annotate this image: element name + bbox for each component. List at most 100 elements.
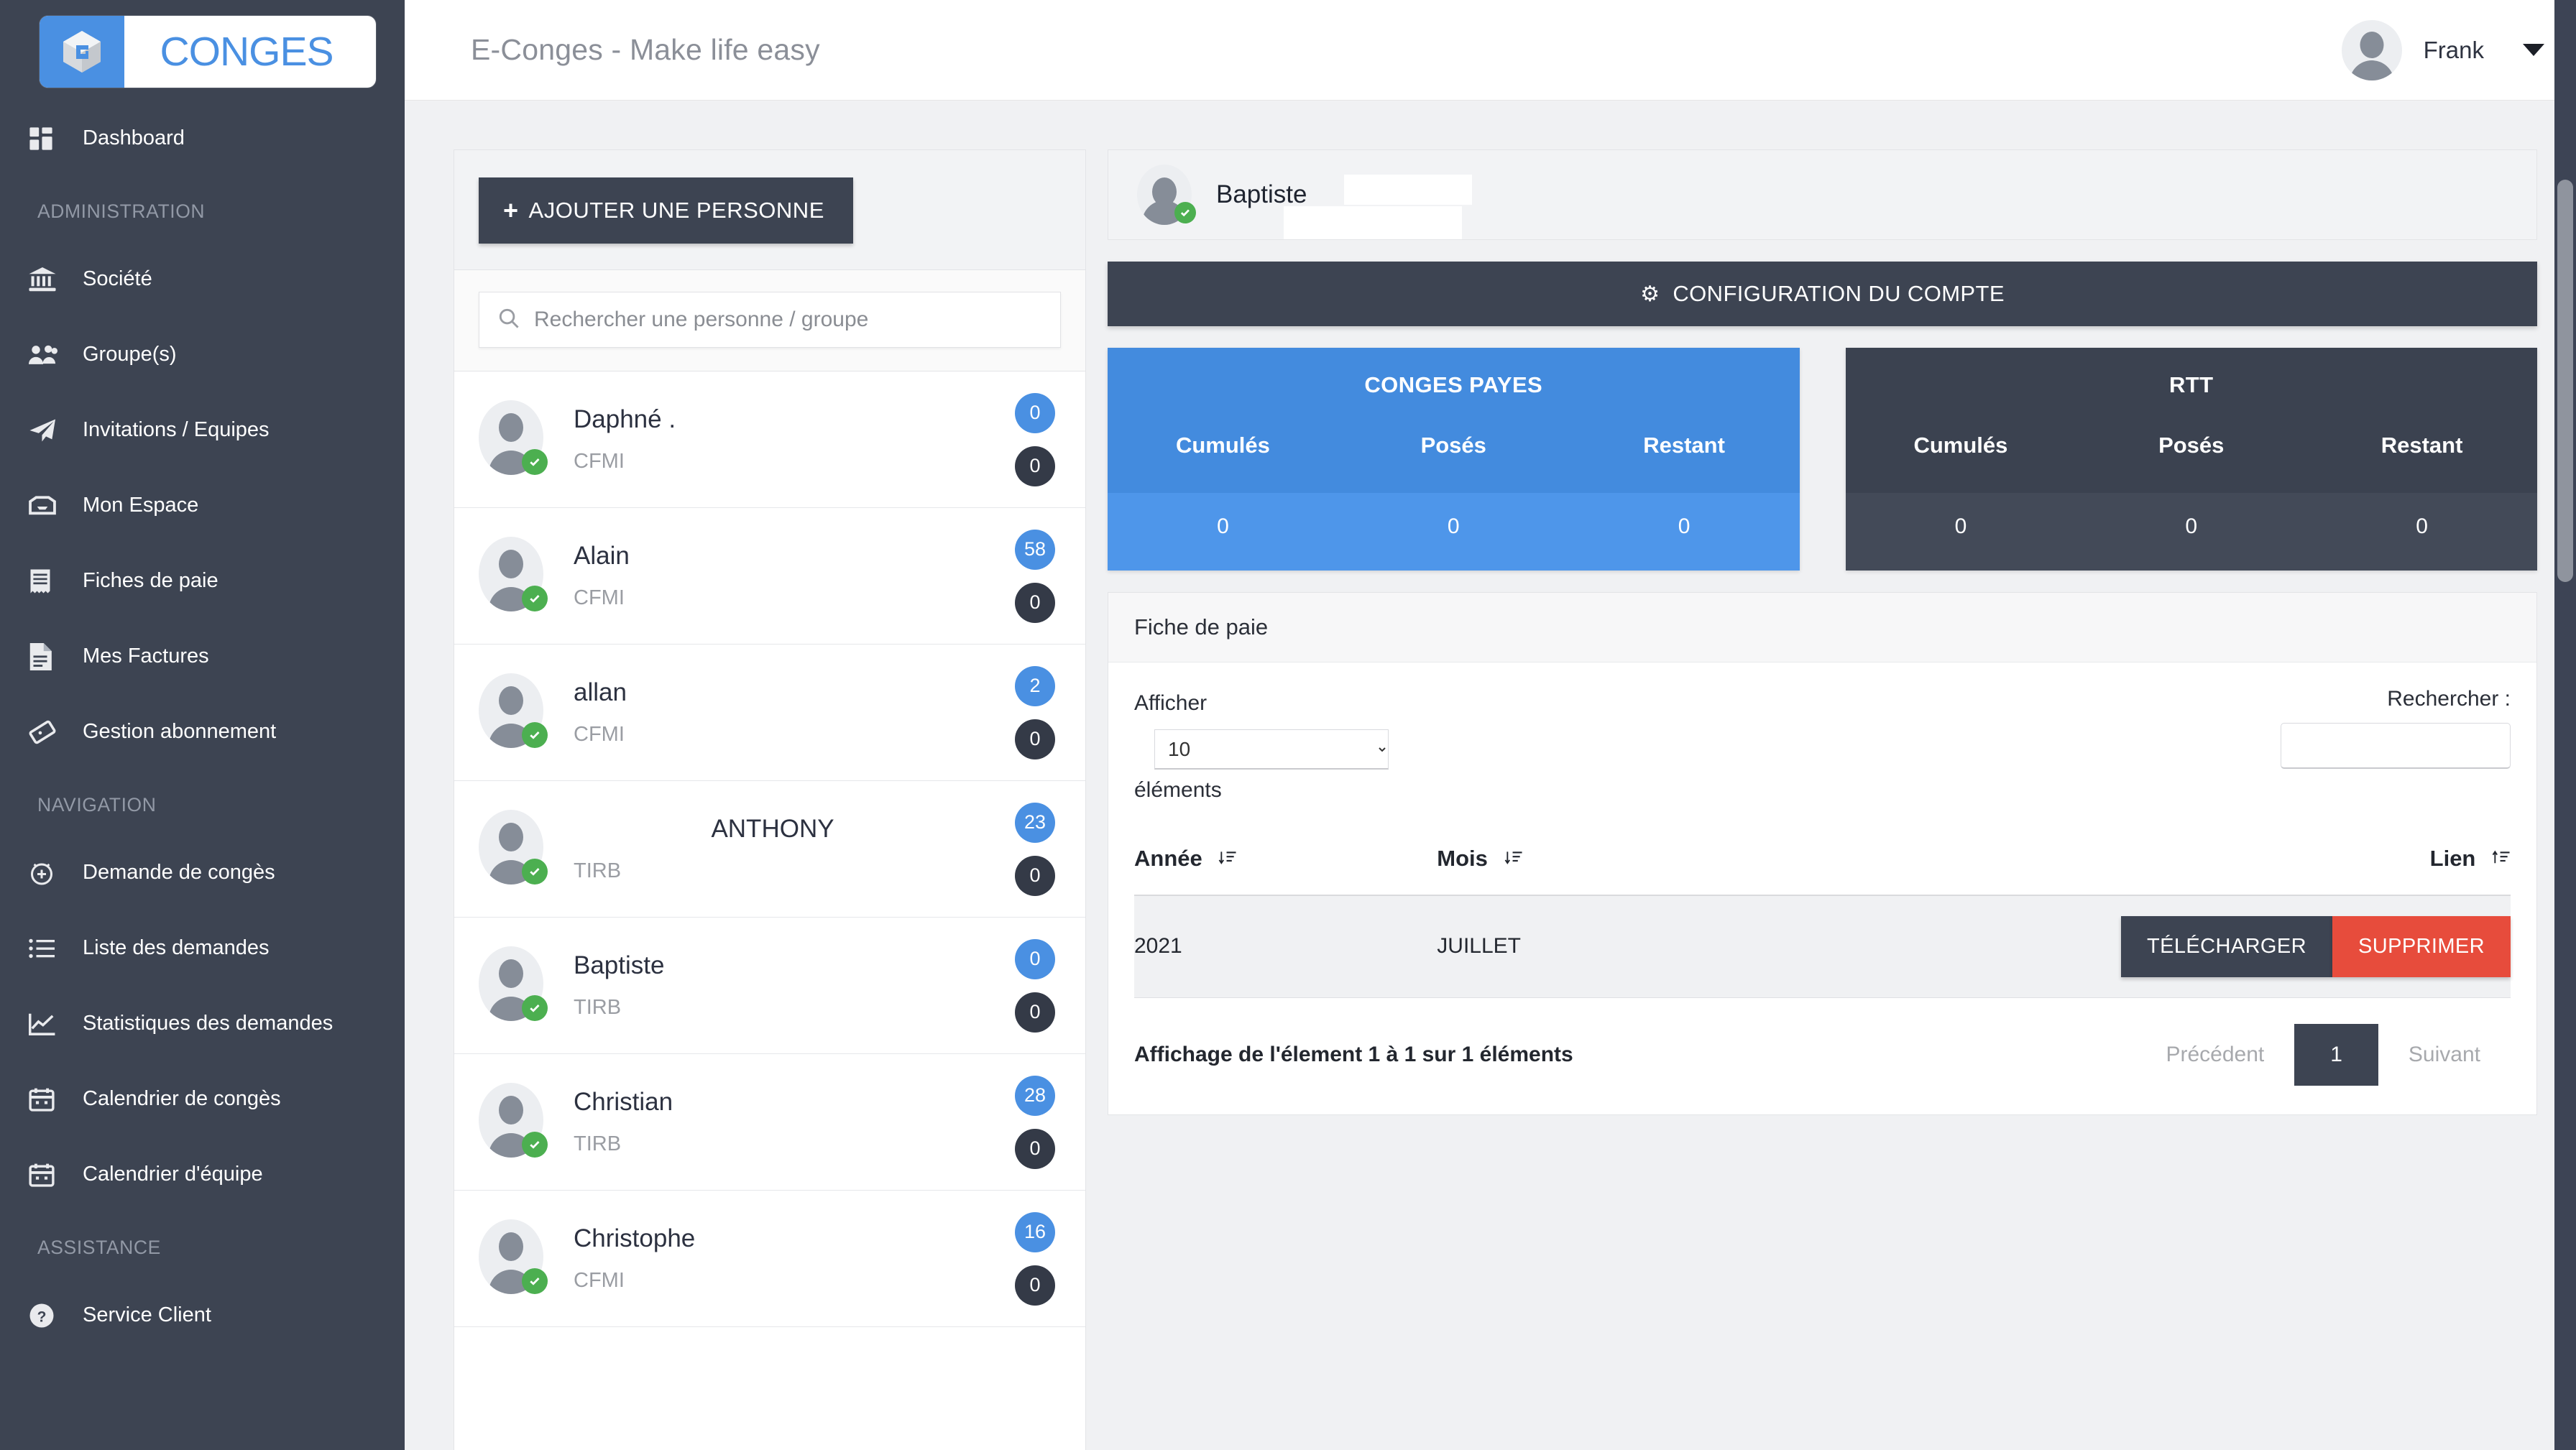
sidebar-item-gestion-abonnement[interactable]: Gestion abonnement xyxy=(0,694,405,770)
table-search-input[interactable] xyxy=(2281,723,2511,769)
person-department: TIRB xyxy=(574,1132,622,1155)
avatar xyxy=(479,1219,548,1298)
card-title: RTT xyxy=(1845,348,2537,420)
person-badges: 0 0 xyxy=(1015,392,1055,486)
page-title: E-Conges - Make life easy xyxy=(471,33,820,66)
sidebar-item-demande-de-conges[interactable]: Demande de congès xyxy=(0,835,405,910)
sidebar-item-calendrier-d-equipe[interactable]: Calendrier d'équipe xyxy=(0,1137,405,1212)
card-title: CONGES PAYES xyxy=(1108,348,1800,420)
column-header-annee[interactable]: Année xyxy=(1134,831,1438,896)
users-icon xyxy=(29,344,73,366)
person-name: Baptiste xyxy=(574,951,665,979)
sidebar-item-label: Société xyxy=(83,267,152,290)
sidebar-item-label: Calendrier de congès xyxy=(83,1087,281,1110)
person-badges: 28 0 xyxy=(1015,1075,1055,1169)
user-name: Frank xyxy=(2423,36,2484,63)
people-search-box[interactable] xyxy=(479,292,1061,348)
plus-icon: + xyxy=(503,195,519,225)
person-list-item[interactable]: Alain CFMI 58 0 xyxy=(454,508,1085,645)
column-header-lien[interactable]: Lien xyxy=(1959,831,2511,896)
sidebar-item-societe[interactable]: Société xyxy=(0,241,405,317)
table-header-row: Année Mois Lien xyxy=(1134,831,2511,896)
people-search-input[interactable] xyxy=(534,308,1041,332)
leave-card-conges-payes: CONGES PAYES Cumulés Posés Restant 0 0 0 xyxy=(1108,348,1800,571)
user-menu[interactable]: Frank xyxy=(2341,19,2576,80)
window-scrollbar-thumb[interactable] xyxy=(2557,180,2573,582)
dashboard-grid-icon xyxy=(29,126,73,151)
sort-amount-icon xyxy=(1218,847,1237,873)
sidebar-item-mes-factures[interactable]: Mes Factures xyxy=(0,619,405,694)
person-list-item[interactable]: Daphné . CFMI 0 0 xyxy=(454,371,1085,508)
receipt-icon xyxy=(29,568,73,594)
sidebar-item-label: Service Client xyxy=(83,1303,211,1326)
pagination-next[interactable]: Suivant xyxy=(2378,1024,2511,1086)
redaction-overlay-email xyxy=(1284,206,1462,239)
status-badge: 0 xyxy=(1015,992,1055,1033)
content-column: E-Conges - Make life easy Frank + AJOUTE… xyxy=(405,0,2576,1450)
sidebar-item-label: Mon Espace xyxy=(83,494,199,517)
sidebar-item-label: Calendrier d'équipe xyxy=(83,1163,263,1186)
sidebar-item-fiches-de-paie[interactable]: Fiches de paie xyxy=(0,543,405,619)
sidebar-item-calendrier-de-conges[interactable]: Calendrier de congès xyxy=(0,1061,405,1137)
avatar xyxy=(1137,165,1196,225)
window-scrollbar[interactable] xyxy=(2554,0,2576,1450)
card-column-header: Posés xyxy=(2158,433,2225,458)
add-person-button[interactable]: + AJOUTER UNE PERSONNE xyxy=(479,177,853,244)
brand-logo[interactable]: CONGES xyxy=(0,0,405,101)
avatar xyxy=(479,536,548,616)
sidebar-item-service-client[interactable]: ? Service Client xyxy=(0,1278,405,1353)
avatar xyxy=(479,673,548,752)
pagination-previous[interactable]: Précédent xyxy=(2135,1024,2294,1086)
person-department: CFMI xyxy=(574,1269,625,1292)
sidebar-item-invitations-equipes[interactable]: Invitations / Equipes xyxy=(0,392,405,468)
calendar-icon xyxy=(29,1163,73,1187)
avatar xyxy=(479,946,548,1025)
pagination-page-1[interactable]: 1 xyxy=(2294,1023,2378,1086)
sidebar-item-label: Mes Factures xyxy=(83,645,209,668)
chart-line-icon xyxy=(29,1012,73,1035)
person-list-item[interactable]: ANTHONY TIRB 23 0 xyxy=(454,781,1085,918)
card-column-header: Posés xyxy=(1420,433,1486,458)
person-list-item[interactable]: allan CFMI 2 0 xyxy=(454,645,1085,781)
download-button[interactable]: TÉLÉCHARGER xyxy=(2121,915,2332,977)
person-badges: 58 0 xyxy=(1015,529,1055,623)
person-badges: 16 0 xyxy=(1015,1211,1055,1306)
person-list-item[interactable]: Baptiste TIRB 0 0 xyxy=(454,918,1085,1054)
sidebar-heading-administration: ADMINISTRATION xyxy=(37,200,206,222)
sidebar-item-groupes[interactable]: Groupe(s) xyxy=(0,317,405,392)
leave-card-rtt: RTT Cumulés Posés Restant 0 0 0 xyxy=(1845,348,2537,571)
sidebar-item-statistiques-des-demandes[interactable]: Statistiques des demandes xyxy=(0,986,405,1061)
chevron-down-icon[interactable] xyxy=(2523,44,2544,56)
card-column-header: Restant xyxy=(1643,433,1725,458)
people-search-wrapper xyxy=(454,270,1085,371)
page-size-select[interactable]: 102550100 xyxy=(1154,729,1389,770)
add-person-label: AJOUTER UNE PERSONNE xyxy=(528,198,824,223)
detail-panel: Baptiste ⚙ CONFIGURATION DU COMPTE CONGE… xyxy=(1108,149,2537,1450)
sidebar: CONGES Dashboard ADMINISTRATION Société … xyxy=(0,0,405,1450)
gear-icon: ⚙ xyxy=(1640,282,1660,306)
status-badge: 2 xyxy=(1015,665,1055,706)
pagination: Affichage de l'élement 1 à 1 sur 1 éléme… xyxy=(1134,998,2511,1114)
person-list-item[interactable]: Christian TIRB 28 0 xyxy=(454,1054,1085,1191)
sidebar-item-dashboard[interactable]: Dashboard xyxy=(0,101,405,176)
sort-amount-icon xyxy=(2492,847,2511,873)
people-panel: + AJOUTER UNE PERSONNE Rechercher une pe… xyxy=(454,149,1086,1450)
clock-plus-icon xyxy=(29,860,73,886)
person-name: ANTHONY xyxy=(711,815,834,843)
calendar-icon xyxy=(29,1087,73,1112)
delete-button[interactable]: SUPPRIMER xyxy=(2332,915,2511,977)
selected-person-header: Baptiste xyxy=(1108,149,2537,240)
person-list-item[interactable]: Christophe CFMI 16 0 xyxy=(454,1191,1085,1327)
ticket-icon xyxy=(29,720,73,744)
status-badge: 0 xyxy=(1015,445,1055,486)
sidebar-item-liste-des-demandes[interactable]: Liste des demandes xyxy=(0,910,405,986)
selected-person-name: Baptiste xyxy=(1216,180,1307,208)
person-name: allan xyxy=(574,678,627,706)
account-configuration-button[interactable]: ⚙ CONFIGURATION DU COMPTE xyxy=(1108,262,2537,326)
sidebar-item-label: Demande de congès xyxy=(83,861,275,884)
person-department: CFMI xyxy=(574,450,625,473)
check-badge-icon xyxy=(1174,202,1196,223)
sidebar-item-mon-espace[interactable]: Mon Espace xyxy=(0,468,405,543)
redaction-overlay-lastname xyxy=(1344,175,1472,205)
column-header-mois[interactable]: Mois xyxy=(1437,831,1960,896)
